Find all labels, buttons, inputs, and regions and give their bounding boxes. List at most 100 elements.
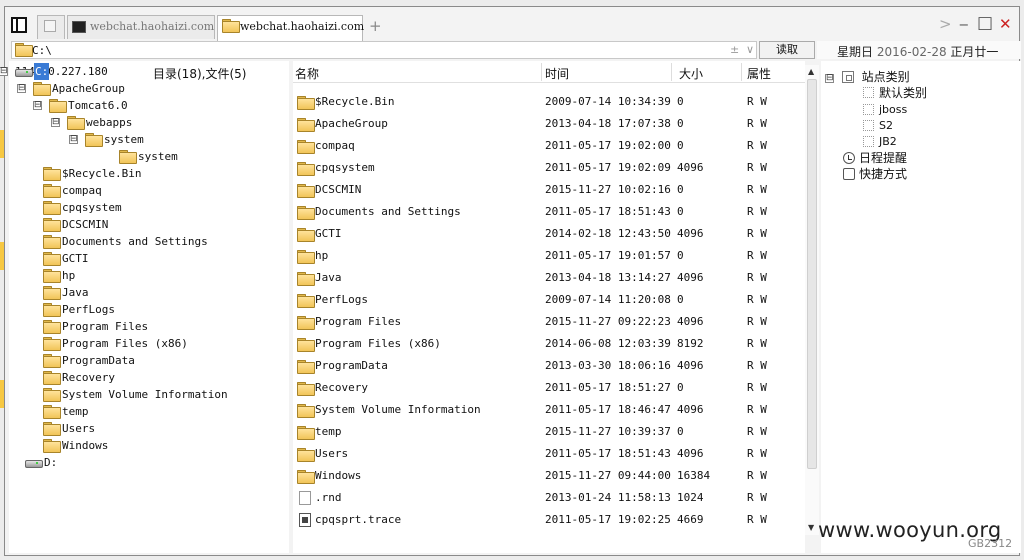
file-row[interactable]: cpqsprt.trace 2011-05-17 19:02:25 4669 R W [293, 509, 805, 531]
tree-folder[interactable]: cpqsystem [43, 199, 122, 216]
tree-folder[interactable]: Program Files (x86) [43, 335, 188, 352]
column-header-time[interactable]: 时间 [545, 65, 569, 82]
tree-folder[interactable]: ⊟ system [69, 131, 144, 148]
tree-folder[interactable]: GCTI [43, 250, 89, 267]
file-attr: R W [747, 425, 767, 438]
tree-folder[interactable]: ⊟ webapps [51, 114, 132, 131]
sidebar-toggle-icon[interactable] [11, 17, 27, 33]
file-row[interactable]: Recovery 2011-05-17 18:51:27 0 R W [293, 377, 805, 399]
site-category-node[interactable]: ⊟ 站点类别 [825, 69, 910, 85]
tree-folder[interactable]: Users [43, 420, 95, 437]
folder-icon [297, 470, 315, 484]
tree-folder[interactable]: Recovery [43, 369, 115, 386]
tree-folder[interactable]: system [119, 148, 178, 165]
file-row[interactable]: PerfLogs 2009-07-14 11:20:08 0 R W [293, 289, 805, 311]
tree-folder[interactable]: temp [43, 403, 89, 420]
file-row[interactable]: GCTI 2014-02-18 12:43:50 4096 R W [293, 223, 805, 245]
file-row[interactable]: ProgramData 2013-03-30 18:06:16 4096 R W [293, 355, 805, 377]
file-attr: R W [747, 95, 767, 108]
tree-folder[interactable]: System Volume Information [43, 386, 228, 403]
file-attr: R W [747, 293, 767, 306]
tree-folder[interactable]: ProgramData [43, 352, 135, 369]
tree-folder[interactable]: PerfLogs [43, 301, 115, 318]
file-row[interactable]: hp 2011-05-17 19:01:57 0 R W [293, 245, 805, 267]
file-row[interactable]: Documents and Settings 2011-05-17 18:51:4… [293, 201, 805, 223]
read-button[interactable]: 读取 [759, 41, 815, 59]
collapse-icon[interactable]: ⊟ [33, 101, 42, 110]
file-row[interactable]: DCSCMIN 2015-11-27 10:02:16 0 R W [293, 179, 805, 201]
checkbox-icon[interactable] [863, 135, 874, 147]
tree-folder[interactable]: Program Files [43, 318, 148, 335]
file-row[interactable]: $Recycle.Bin 2009-07-14 10:34:39 0 R W [293, 91, 805, 113]
address-input[interactable]: C:\ [32, 44, 52, 57]
minimize-button[interactable]: ‒ [959, 15, 969, 33]
tree-folder[interactable]: DCSCMIN [43, 216, 108, 233]
tree-folder[interactable]: $Recycle.Bin [43, 165, 141, 182]
collapse-icon[interactable]: ⊟ [51, 118, 60, 127]
column-header-name[interactable]: 名称 [295, 65, 319, 82]
vertical-scrollbar[interactable]: ▲ ▼ [805, 65, 819, 535]
column-divider[interactable] [541, 63, 542, 81]
collapse-icon[interactable]: ⊟ [17, 84, 26, 93]
file-row[interactable]: ApacheGroup 2013-04-18 17:07:38 0 R W [293, 113, 805, 135]
column-header-size[interactable]: 大小 [679, 65, 703, 82]
collapse-icon[interactable]: ⊟ [0, 67, 8, 76]
category-item[interactable]: 默认类别 [863, 85, 927, 101]
close-button[interactable]: ✕ [999, 15, 1012, 33]
collapse-icon[interactable]: ⊟ [825, 74, 834, 83]
tree-folder[interactable]: hp [43, 267, 75, 284]
tab-terminal[interactable]: webchat.haohaizi.com [67, 15, 215, 39]
tree-folder[interactable]: ⊟ ApacheGroup [17, 80, 125, 97]
tab-blank[interactable] [37, 15, 65, 39]
tree-folder[interactable]: Documents and Settings [43, 233, 208, 250]
file-time: 2015-11-27 09:22:23 [545, 315, 671, 328]
forward-icon[interactable]: > [939, 15, 952, 33]
file-name: Users [315, 447, 349, 460]
tree-drive[interactable]: D: [25, 454, 57, 471]
collapse-icon[interactable]: ⊟ [69, 135, 78, 144]
category-item[interactable]: JB2 [863, 134, 897, 150]
file-row[interactable]: .rnd 2013-01-24 11:58:13 1024 R W [293, 487, 805, 509]
tab-file-manager[interactable]: webchat.haohaizi.com [217, 15, 364, 41]
file-attr: R W [747, 337, 767, 350]
checkbox-icon[interactable] [863, 87, 874, 98]
file-row[interactable]: Windows 2015-11-27 09:44:00 16384 R W [293, 465, 805, 487]
scroll-down-icon[interactable]: ▼ [808, 523, 814, 532]
file-time: 2011-05-17 19:02:25 [545, 513, 671, 526]
file-row[interactable]: Program Files (x86) 2014-06-08 12:03:39 81… [293, 333, 805, 355]
tree-folder[interactable]: compaq [43, 182, 102, 199]
checkbox-icon[interactable] [863, 103, 874, 115]
column-divider[interactable] [741, 63, 742, 81]
address-bar[interactable]: C:\ ± ∨ [11, 41, 757, 59]
scroll-up-icon[interactable]: ▲ [808, 67, 814, 76]
chevron-down-icon[interactable]: ∨ [746, 43, 754, 56]
tree-label: system [104, 133, 144, 146]
schedule-node[interactable]: 日程提醒 [843, 150, 907, 166]
checkbox-icon[interactable] [863, 119, 874, 131]
file-size: 4096 [677, 271, 704, 284]
file-row[interactable]: System Volume Information 2011-05-17 18:4… [293, 399, 805, 421]
tree-folder[interactable]: Windows [43, 437, 108, 454]
shortcut-node[interactable]: 快捷方式 [843, 166, 907, 182]
plus-minus-icon[interactable]: ± [730, 43, 739, 56]
file-name: $Recycle.Bin [315, 95, 395, 108]
file-row[interactable]: temp 2015-11-27 10:39:37 0 R W [293, 421, 805, 443]
maximize-button[interactable]: □ [977, 13, 993, 33]
file-row[interactable]: Java 2013-04-18 13:14:27 4096 R W [293, 267, 805, 289]
file-time: 2014-02-18 12:43:50 [545, 227, 671, 240]
file-row[interactable]: cpqsystem 2011-05-17 19:02:09 4096 R W [293, 157, 805, 179]
file-row[interactable]: Users 2011-05-17 18:51:43 4096 R W [293, 443, 805, 465]
category-item[interactable]: jboss [863, 102, 907, 118]
new-tab-button[interactable]: + [369, 17, 382, 35]
scrollbar-thumb[interactable] [807, 79, 817, 469]
tree-folder[interactable]: ⊟ Tomcat6.0 [33, 97, 128, 114]
column-divider[interactable] [671, 63, 672, 81]
weekday: 星期日 [837, 45, 874, 59]
file-row[interactable]: Program Files 2015-11-27 09:22:23 4096 R W [293, 311, 805, 333]
tree-folder[interactable]: Java [43, 284, 89, 301]
file-row[interactable]: compaq 2011-05-17 19:02:00 0 R W [293, 135, 805, 157]
tree-drive[interactable]: ⊟ C: [0, 63, 50, 80]
column-header-attr[interactable]: 属性 [747, 65, 771, 82]
category-item[interactable]: S2 [863, 118, 893, 134]
file-time: 2011-05-17 19:02:09 [545, 161, 671, 174]
